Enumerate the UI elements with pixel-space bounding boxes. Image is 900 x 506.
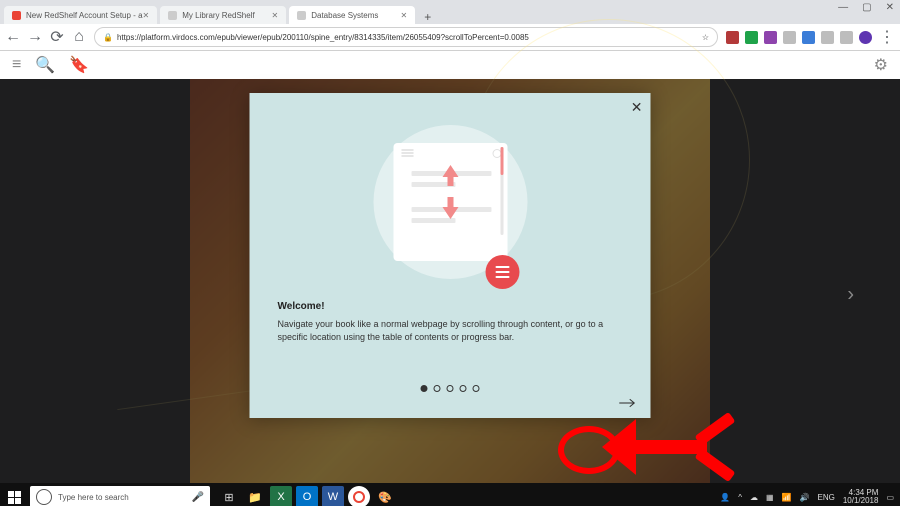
tray-chevron-icon[interactable]: ^	[738, 493, 742, 502]
reader-toolbar: ≡ 🔍 🔖 ⚙	[0, 51, 900, 79]
taskbar-search[interactable]: Type here to search 🎤	[30, 486, 210, 506]
language-indicator[interactable]: ENG	[818, 493, 835, 502]
wifi-icon[interactable]: 📶	[782, 493, 792, 502]
window-maximize-button[interactable]: ▢	[862, 2, 871, 13]
reader-viewport: › ✕ Welcome! Navigate y	[0, 79, 900, 506]
dot-3[interactable]	[460, 385, 467, 392]
avatar[interactable]	[859, 31, 872, 44]
action-center-icon[interactable]: ▭	[886, 493, 894, 502]
extension-icon[interactable]	[821, 31, 834, 44]
browser-tab-strip: New RedShelf Account Setup - a ✕ My Libr…	[0, 0, 900, 24]
forward-button[interactable]: →	[28, 30, 42, 44]
extension-icon[interactable]	[764, 31, 777, 44]
windows-taskbar: Type here to search 🎤 ⊞ 📁 X O W 🎨 👤 ^ ☁ …	[0, 483, 900, 506]
cortana-icon	[36, 489, 52, 505]
clock[interactable]: 4:34 PM 10/1/2018	[843, 489, 879, 505]
url-text: https://platform.virdocs.com/epub/viewer…	[117, 33, 529, 42]
modal-title: Welcome!	[278, 301, 623, 312]
tab-label: My Library RedShelf	[182, 11, 254, 20]
menu-icon[interactable]: ≡	[12, 56, 21, 74]
back-button[interactable]: ←	[6, 30, 20, 44]
bookmark-icon[interactable]: 🔖	[69, 55, 89, 75]
next-page-arrow-icon[interactable]: ›	[847, 284, 854, 307]
search-placeholder: Type here to search	[58, 493, 129, 502]
people-icon[interactable]: 👤	[720, 493, 730, 502]
close-icon[interactable]: ✕	[631, 99, 643, 116]
hamburger-icon	[485, 255, 519, 289]
windows-icon	[8, 491, 21, 504]
extension-icon[interactable]	[802, 31, 815, 44]
volume-icon[interactable]: 🔊	[800, 493, 810, 502]
window-close-button[interactable]: ✕	[886, 2, 894, 13]
browser-tab-2[interactable]: Database Systems ✕	[289, 6, 415, 24]
extension-icon[interactable]	[745, 31, 758, 44]
close-icon[interactable]: ✕	[272, 11, 279, 20]
welcome-illustration	[365, 117, 535, 287]
next-button[interactable]	[619, 396, 637, 408]
extension-icons	[726, 31, 872, 44]
new-tab-button[interactable]: +	[418, 10, 437, 24]
chrome-menu-button[interactable]: ⋮	[880, 30, 894, 44]
welcome-modal: ✕ Welcome! Navigate your book like	[250, 93, 651, 418]
paint-icon[interactable]: 🎨	[374, 486, 396, 506]
home-button[interactable]: ⌂	[72, 30, 86, 44]
task-view-button[interactable]: ⊞	[218, 486, 240, 506]
file-explorer-icon[interactable]: 📁	[244, 486, 266, 506]
modal-body: Navigate your book like a normal webpage…	[278, 318, 623, 343]
reload-button[interactable]: ⟳	[50, 30, 64, 44]
start-button[interactable]	[0, 483, 28, 506]
dot-0[interactable]	[421, 385, 428, 392]
mic-icon[interactable]: 🎤	[192, 492, 204, 503]
word-icon[interactable]: W	[322, 486, 344, 506]
taskbar-apps: ⊞ 📁 X O W 🎨	[218, 486, 396, 506]
tab-label: Database Systems	[311, 11, 378, 20]
browser-tab-1[interactable]: My Library RedShelf ✕	[160, 6, 286, 24]
outlook-icon[interactable]: O	[296, 486, 318, 506]
tab-label: New RedShelf Account Setup - a	[26, 11, 143, 20]
extension-icon[interactable]	[783, 31, 796, 44]
bookmark-star-icon[interactable]: ☆	[702, 33, 709, 42]
lock-icon: 🔒	[103, 33, 113, 42]
browser-toolbar: ← → ⟳ ⌂ 🔒 https://platform.virdocs.com/e…	[0, 24, 900, 51]
window-minimize-button[interactable]: —	[838, 2, 848, 13]
close-icon[interactable]: ✕	[143, 11, 150, 20]
pagination-dots	[278, 385, 623, 392]
close-icon[interactable]: ✕	[401, 11, 408, 20]
dot-4[interactable]	[473, 385, 480, 392]
search-icon[interactable]: 🔍	[35, 55, 55, 75]
page-content: ≡ 🔍 🔖 ⚙ › ✕	[0, 51, 900, 506]
dot-2[interactable]	[447, 385, 454, 392]
network-icon[interactable]: ▦	[766, 493, 774, 502]
system-tray: 👤 ^ ☁ ▦ 📶 🔊 ENG 4:34 PM 10/1/2018 ▭	[720, 489, 900, 505]
browser-tab-0[interactable]: New RedShelf Account Setup - a ✕	[4, 6, 157, 24]
onedrive-icon[interactable]: ☁	[750, 493, 758, 502]
settings-icon[interactable]: ⚙	[874, 55, 888, 75]
dot-1[interactable]	[434, 385, 441, 392]
chrome-icon[interactable]	[348, 486, 370, 506]
extension-icon[interactable]	[726, 31, 739, 44]
extension-icon[interactable]	[840, 31, 853, 44]
excel-icon[interactable]: X	[270, 486, 292, 506]
